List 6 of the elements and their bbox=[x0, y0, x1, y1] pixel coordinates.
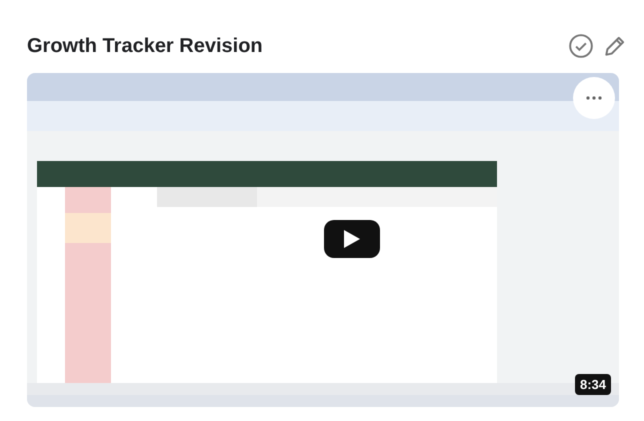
play-button[interactable] bbox=[324, 220, 380, 258]
more-icon bbox=[586, 96, 602, 100]
page-title: Growth Tracker Revision bbox=[27, 34, 263, 58]
video-duration: 8:34 bbox=[574, 374, 611, 395]
check-circle-icon[interactable] bbox=[568, 33, 594, 59]
play-icon bbox=[344, 230, 360, 248]
